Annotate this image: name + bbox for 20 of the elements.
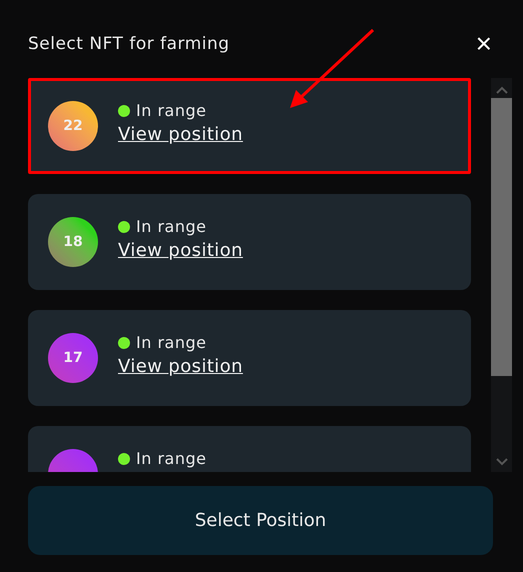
scroll-down-icon[interactable] bbox=[496, 458, 508, 466]
nft-avatar: 17 bbox=[48, 333, 98, 383]
nft-avatar: 22 bbox=[48, 101, 98, 151]
position-card[interactable]: 22 In range View position bbox=[28, 78, 471, 174]
status-text: In range bbox=[136, 217, 206, 236]
scroll-up-icon[interactable] bbox=[496, 86, 508, 94]
view-position-link[interactable]: View position bbox=[118, 124, 243, 146]
status-text: In range bbox=[136, 101, 206, 120]
dialog-title: Select NFT for farming bbox=[28, 34, 230, 54]
view-position-link[interactable]: View position bbox=[118, 356, 243, 378]
position-card[interactable]: 18 In range View position bbox=[28, 194, 471, 290]
status-text: In range bbox=[136, 449, 206, 468]
position-card[interactable]: 17 In range View position bbox=[28, 310, 471, 406]
view-position-link[interactable]: View position bbox=[118, 240, 243, 262]
nft-avatar: 18 bbox=[48, 217, 98, 267]
status-text: In range bbox=[136, 333, 206, 352]
scrollbar[interactable] bbox=[491, 78, 512, 472]
close-button[interactable]: × bbox=[476, 32, 492, 56]
position-card[interactable]: In range bbox=[28, 426, 471, 472]
select-position-button[interactable]: Select Position bbox=[28, 486, 493, 555]
